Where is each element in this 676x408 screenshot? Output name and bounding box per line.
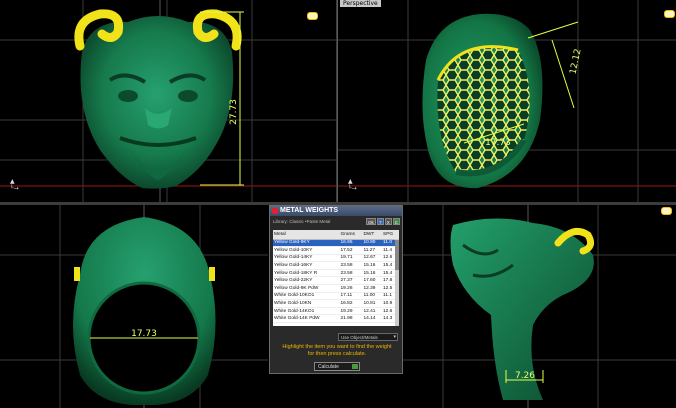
cell-metal: White Gold-14K PdW	[273, 314, 340, 324]
viewport-right[interactable]: 7.26	[403, 205, 676, 408]
calculate-label: Calculate	[318, 364, 339, 370]
cell-metal: Yellow Gold-10KY	[273, 246, 340, 255]
scrollbar-thumb[interactable]	[395, 240, 399, 270]
nav-cube-icon[interactable]	[661, 207, 672, 215]
ucs-icon: ▲ └→	[348, 178, 357, 192]
col-grams[interactable]: Grams	[339, 230, 363, 240]
cell-dwt: 12.67	[362, 254, 383, 263]
dimension-band-width: 7.26	[515, 371, 535, 381]
instruction-text: Highlight the item you want to find the …	[274, 344, 400, 358]
cell-metal: Yellow Gold-16KY	[273, 261, 340, 270]
cell-grams: 23.58	[339, 269, 363, 278]
cell-metal: Yellow Gold-14KY	[273, 254, 340, 263]
cell-grams: 27.37	[339, 276, 363, 286]
cell-metal: Yellow Gold-9KY	[273, 239, 340, 248]
instruction-line-2: for then press calculate.	[307, 351, 367, 357]
table-row[interactable]: Yellow Gold-9KY 16.95 10.90 11.0	[273, 239, 399, 248]
metal-source-value: Use Object/Metals	[341, 335, 378, 340]
play-icon	[352, 364, 358, 369]
cell-dwt: 11.27	[362, 246, 383, 255]
cell-grams: 23.58	[339, 261, 363, 270]
table-row[interactable]: Yellow Gold-18KY R 23.58 15.16 15.4	[273, 269, 399, 278]
cell-grams: 17.11	[339, 292, 363, 301]
dimension-vertical: 12.12	[568, 48, 583, 75]
viewport-side[interactable]: 17.73	[0, 205, 268, 408]
dialog-title: METAL WEIGHTS	[280, 207, 339, 214]
cell-metal: Yellow Gold-18KY R	[273, 269, 340, 278]
table-row[interactable]: White Gold-10KN 16.82 10.81 10.9	[273, 299, 399, 308]
cell-dwt: 12.41	[362, 307, 383, 316]
help-button[interactable]: ?	[376, 218, 384, 225]
library-path: Library: Classic •Paste Metal	[273, 219, 331, 224]
close-button[interactable]: X	[384, 218, 392, 225]
table-row[interactable]: Yellow Gold-9K PdW 19.26 12.39 12.5	[273, 284, 399, 293]
cell-dwt: 12.39	[362, 284, 383, 293]
cell-grams: 16.95	[339, 239, 363, 248]
cell-metal: Yellow Gold-9K PdW	[273, 284, 340, 293]
dimension-horizontal: 17.73	[485, 138, 511, 148]
cell-dwt: 14.14	[362, 314, 383, 324]
table-row[interactable]: Yellow Gold-22KY 27.37 17.60 17.8	[273, 276, 399, 286]
metal-source-select[interactable]: Use Object/Metals ▾	[338, 333, 398, 341]
col-spg[interactable]: SPG	[382, 230, 399, 240]
table-row[interactable]: Yellow Gold-14KY 19.71 12.67 12.6	[273, 254, 399, 263]
chevron-down-icon: ▾	[393, 334, 396, 340]
cell-grams: 17.52	[339, 246, 363, 255]
dialog-buttons: Ok ? X C	[365, 218, 400, 225]
cell-dwt: 15.16	[362, 269, 383, 278]
cell-dwt: 11.00	[362, 292, 383, 301]
cell-dwt: 10.81	[362, 299, 383, 308]
ok-button[interactable]: Ok	[365, 218, 376, 225]
table-scrollbar[interactable]	[395, 239, 399, 326]
table-row[interactable]: White Gold-10KO1 17.11 11.00 11.1	[273, 292, 399, 301]
cell-dwt: 10.90	[362, 239, 383, 248]
cell-metal: White Gold-14KO1	[273, 307, 340, 316]
ring-side-view: 7.26	[450, 218, 595, 400]
cell-metal: White Gold-10KO1	[273, 292, 340, 301]
dimension-ring-width: 17.73	[131, 329, 157, 339]
ring-perspective-lattice: 12.12 17.73	[422, 13, 584, 189]
nav-cube-icon[interactable]	[664, 10, 675, 18]
table-row[interactable]: Yellow Gold-16KY 23.58 15.16 15.4	[273, 261, 399, 270]
metal-table[interactable]: Metal Grams DWT SPG Yellow Gold-9KY 16.95…	[273, 230, 399, 326]
cell-grams: 16.82	[339, 299, 363, 308]
cell-metal: Yellow Gold-22KY	[273, 276, 340, 286]
cell-dwt: 17.60	[362, 276, 383, 286]
instruction-line-1: Highlight the item you want to find the …	[282, 344, 392, 350]
col-metal[interactable]: Metal	[273, 230, 340, 240]
monkey-ring-front: 27.73	[74, 9, 244, 189]
col-dwt[interactable]: DWT	[362, 230, 383, 240]
cell-grams: 19.71	[339, 254, 363, 263]
table-header: Metal Grams DWT SPG	[273, 230, 399, 240]
app-icon	[272, 208, 278, 214]
dialog-titlebar[interactable]: METAL WEIGHTS	[270, 206, 402, 216]
dimension-height: 27.73	[229, 99, 239, 125]
cell-metal: White Gold-10KN	[273, 299, 340, 308]
table-row[interactable]: Yellow Gold-10KY 17.52 11.27 11.4	[273, 246, 399, 255]
nav-cube-icon[interactable]	[307, 12, 318, 20]
viewport-front[interactable]: 27.73 ▲ └→	[0, 0, 336, 202]
ucs-icon: ▲ └→	[10, 178, 19, 192]
viewport-perspective[interactable]: Perspective 12.12 17.73 ▲ └→	[337, 0, 676, 203]
table-row[interactable]: White Gold-14KO1 19.29 12.41 12.6	[273, 307, 399, 316]
ring-shank-front: 17.73	[73, 217, 216, 406]
cell-dwt: 15.16	[362, 261, 383, 270]
copy-button[interactable]: C	[392, 218, 400, 225]
cell-grams: 21.98	[339, 314, 363, 324]
cell-grams: 19.26	[339, 284, 363, 293]
metal-weights-dialog[interactable]: METAL WEIGHTS Library: Classic •Paste Me…	[269, 205, 403, 374]
calculate-button[interactable]: Calculate	[314, 362, 360, 371]
table-row[interactable]: White Gold-14K PdW 21.98 14.14 14.3	[273, 314, 399, 324]
cell-grams: 19.29	[339, 307, 363, 316]
